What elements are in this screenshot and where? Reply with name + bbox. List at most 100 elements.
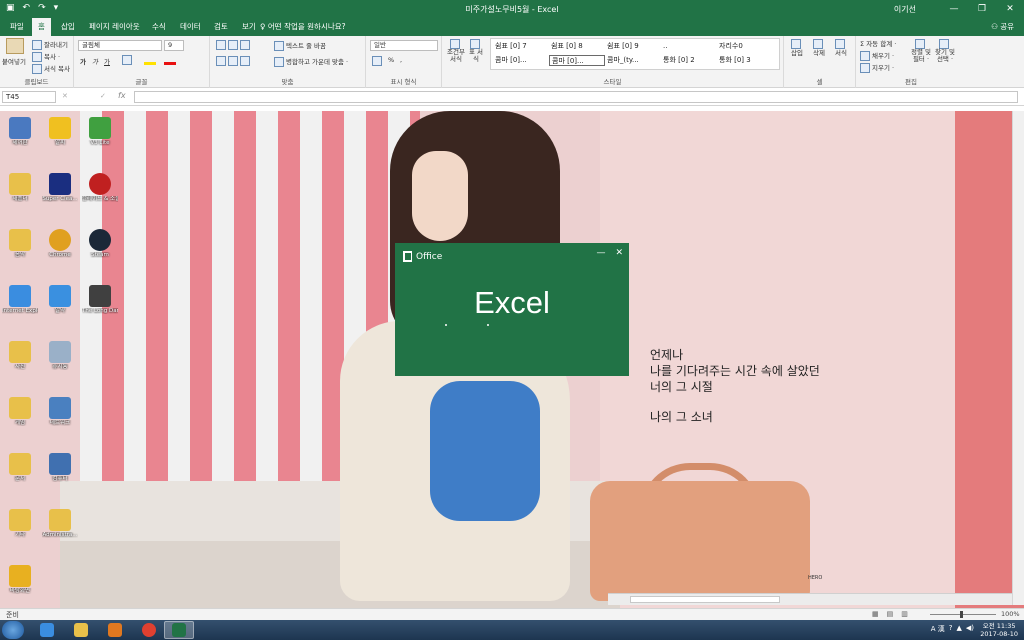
desktop-icon[interactable]: 컴퓨터 (42, 453, 78, 482)
percent-button[interactable]: % (388, 56, 394, 64)
network-icon[interactable]: ▲ (956, 624, 961, 634)
zoom-slider[interactable] (930, 614, 996, 615)
cut-button[interactable]: 잘라내기 (32, 39, 68, 50)
tab-insert[interactable]: 삽입 (55, 18, 81, 36)
volume-icon[interactable]: ◀) (966, 624, 974, 634)
cell-style[interactable]: 자리수0 (717, 41, 773, 52)
cell-style[interactable]: .. (661, 41, 717, 52)
fill-color-icon[interactable] (144, 55, 156, 65)
taskbar-excel[interactable] (164, 621, 194, 639)
formula-input[interactable] (134, 91, 1018, 103)
enter-icon[interactable]: ✓ (100, 92, 106, 100)
conditional-formatting-button[interactable]: 조건부 서식 (446, 39, 466, 63)
desktop-icon[interactable]: Administra... (42, 509, 78, 538)
cell-style[interactable]: 통화 [0] 3 (717, 55, 773, 66)
taskbar-explorer[interactable] (66, 621, 96, 639)
tab-home[interactable]: 홈 (32, 18, 51, 36)
clear-button[interactable]: 지우기 · (860, 62, 894, 73)
cell-style[interactable]: 쉼표 [0] 9 (605, 41, 661, 52)
border-icon[interactable] (122, 55, 134, 65)
page-layout-view-icon[interactable]: ▤ (887, 610, 894, 618)
desktop-icon[interactable]: V3 Lite (82, 117, 118, 146)
fill-button[interactable]: 채우기 · (860, 50, 894, 61)
font-size-select[interactable]: 9 (164, 40, 184, 51)
comma-button[interactable]: , (400, 56, 402, 64)
zoom-slider-thumb[interactable] (960, 611, 963, 618)
format-cells-button[interactable]: 서식 (832, 39, 850, 57)
tab-formulas[interactable]: 수식 (146, 18, 172, 36)
page-break-view-icon[interactable]: ▥ (901, 610, 908, 618)
cell-style[interactable]: 통화 [0] 2 (661, 55, 717, 66)
cell-style[interactable]: 쉼표 [0] 7 (493, 41, 549, 52)
cell-style[interactable]: 콤마 [0]... (493, 55, 549, 66)
share-button[interactable]: ⚇ 공유 (987, 20, 1018, 34)
desktop-icon[interactable]: 기타 (2, 509, 38, 538)
cell-style[interactable]: 쉼표 [0] 8 (549, 41, 605, 52)
desktop-icon[interactable]: Super Clea... (42, 173, 78, 202)
splash-minimize-button[interactable]: — (596, 248, 605, 258)
horizontal-scrollbar[interactable] (608, 593, 1012, 605)
tab-page-layout[interactable]: 페이지 레이아웃 (83, 18, 146, 36)
delete-cells-button[interactable]: 삭제 (810, 39, 828, 57)
desktop-icon[interactable]: 음악 (2, 229, 38, 258)
minimize-button[interactable]: — (940, 0, 968, 18)
font-name-select[interactable]: 굴림체 (78, 40, 162, 51)
align-left-icon[interactable] (216, 56, 252, 66)
wrap-text-button[interactable]: 텍스트 줄 바꿈 (274, 40, 326, 51)
cell-style[interactable]: 콤마_(ty... (605, 55, 661, 66)
desktop-icon[interactable]: 사진 (2, 341, 38, 370)
desktop-icon[interactable]: 네트워크 (42, 397, 78, 426)
tab-data[interactable]: 데이터 (174, 18, 207, 36)
insert-cells-button[interactable]: 삽입 (788, 39, 806, 57)
desktop-icon[interactable]: 새폴더 (2, 173, 38, 202)
taskbar-media[interactable] (100, 621, 130, 639)
format-painter-button[interactable]: 서식 복사 (32, 63, 70, 74)
find-select-button[interactable]: 찾기 및 선택 · (934, 39, 956, 63)
cancel-icon[interactable]: ✕ (62, 92, 68, 100)
desktop-icon[interactable]: 알약 (42, 285, 78, 314)
bold-button[interactable]: 가 (80, 56, 86, 66)
paste-icon[interactable] (6, 38, 24, 54)
tab-file[interactable]: 파일 (4, 18, 30, 36)
taskbar-chrome[interactable] (134, 621, 164, 639)
desktop-icon[interactable]: Chrome (42, 229, 78, 258)
cell-style-selected[interactable]: 콤마 [0]... (549, 55, 605, 66)
ime-indicator[interactable]: A 漢 (931, 624, 945, 634)
merge-center-button[interactable]: 병합하고 가운데 맞춤 · (274, 56, 348, 67)
desktop-icon[interactable]: The Long Dark (82, 285, 118, 314)
close-button[interactable]: ✕ (996, 0, 1024, 18)
user-name[interactable]: 이기선 (894, 4, 916, 15)
italic-button[interactable]: 가 (92, 56, 98, 66)
sort-filter-button[interactable]: 정렬 및 필터 · (910, 39, 932, 63)
align-top-icon[interactable] (216, 40, 252, 50)
tab-view[interactable]: 보기 (236, 18, 262, 36)
clock[interactable]: 오전 11:35 2017-08-10 (980, 622, 1018, 638)
desktop-icon[interactable]: Internet Explorer (2, 285, 38, 314)
desktop-icon[interactable]: 휴지통 (42, 341, 78, 370)
taskbar-ie[interactable] (32, 621, 62, 639)
font-color-icon[interactable] (164, 55, 176, 65)
vertical-scrollbar[interactable] (1012, 111, 1024, 605)
desktop-icon[interactable]: 문서 (2, 453, 38, 482)
insert-function-button[interactable]: fx (118, 91, 126, 100)
desktop-icon[interactable]: 제어판 (2, 117, 38, 146)
tell-me-box[interactable]: ♀ 어떤 작업을 원하시나요? (260, 18, 346, 36)
number-format-select[interactable]: 일반 (370, 40, 438, 51)
underline-button[interactable]: 가 (104, 56, 110, 66)
desktop-icon[interactable]: 바탕화면 (2, 565, 38, 594)
splash-close-button[interactable]: ✕ (615, 248, 623, 258)
normal-view-icon[interactable]: ▦ (872, 610, 879, 618)
currency-icon[interactable] (372, 56, 384, 66)
help-icon[interactable]: ? (949, 624, 953, 634)
autosum-button[interactable]: Σ 자동 합계 · (860, 38, 896, 48)
copy-button[interactable]: 복사 · (32, 51, 60, 62)
maximize-button[interactable]: ❐ (968, 0, 996, 18)
start-button[interactable] (2, 621, 24, 639)
horizontal-scroll-thumb[interactable] (630, 596, 780, 603)
desktop-icon[interactable]: 알씨 (42, 117, 78, 146)
desktop-icon[interactable]: 블레이드 & 소울 (82, 173, 118, 202)
format-as-table-button[interactable]: 표 서식 (468, 39, 484, 63)
desktop-icon[interactable]: Steam (82, 229, 118, 258)
desktop-icon[interactable]: 게임 (2, 397, 38, 426)
paste-button[interactable]: 붙여넣기 (2, 56, 26, 66)
